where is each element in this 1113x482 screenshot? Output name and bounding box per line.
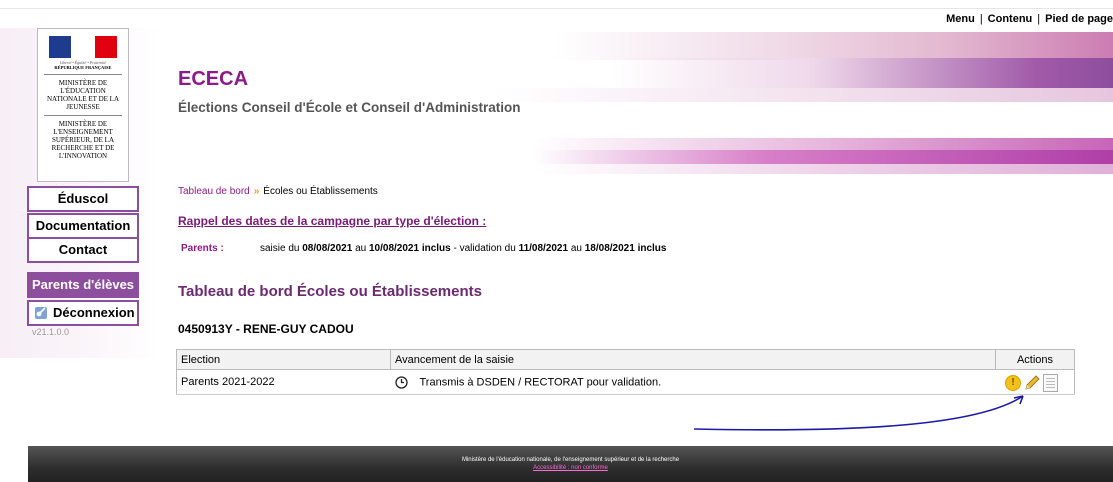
contenu-link[interactable]: Contenu <box>988 13 1033 25</box>
breadcrumb: Tableau de bord» Écoles ou Établissements <box>178 186 378 197</box>
logo-republic: RÉPUBLIQUE FRANÇAISE <box>54 65 112 70</box>
campaign-date: 18/08/2021 inclus <box>584 243 667 254</box>
separator: | <box>1037 13 1041 25</box>
logout-button[interactable]: Déconnexion <box>27 300 139 326</box>
row-progress: Transmis à DSDEN / RECTORAT pour validat… <box>390 369 996 395</box>
nav-contact[interactable]: Contact <box>27 237 139 263</box>
campaign-date: 10/08/2021 inclus <box>369 243 451 254</box>
col-actions: Actions <box>995 349 1075 370</box>
logo-ministry-education: MINISTÈRE DE L'ÉDUCATION NATIONALE ET DE… <box>47 79 119 111</box>
key-icon <box>35 307 47 319</box>
row-election: Parents 2021-2022 <box>176 369 391 395</box>
campaign-heading: Rappel des dates de la campagne par type… <box>178 214 487 228</box>
skip-links: Menu | Contenu | Pied de page <box>946 13 1113 25</box>
document-icon[interactable] <box>1043 374 1058 392</box>
campaign-text: au <box>352 243 369 254</box>
pied-de-page-link[interactable]: Pied de page <box>1045 13 1113 25</box>
school-name: 0450913Y - RENE-GUY CADOU <box>178 322 354 336</box>
version-label: v21.1.0.0 <box>32 327 70 337</box>
clock-icon <box>394 375 408 389</box>
campaign-label: Parents : <box>181 243 224 254</box>
nav-parents[interactable]: Parents d'élèves <box>27 272 139 298</box>
menu-link[interactable]: Menu <box>946 13 975 25</box>
campaign-text: saisie du <box>260 243 303 254</box>
campaign-text: - validation du <box>450 243 519 254</box>
ministry-logo[interactable]: Liberté • Égalité • Fraternité RÉPUBLIQU… <box>37 28 129 182</box>
nav-eduscol[interactable]: Éduscol <box>27 186 139 212</box>
warning-icon[interactable]: ! <box>1005 375 1021 391</box>
campaign-text: au <box>568 243 585 254</box>
breadcrumb-arrow-icon: » <box>253 186 260 197</box>
elections-table: Election Avancement de la saisie Actions… <box>176 349 1075 395</box>
col-election: Election <box>176 349 391 370</box>
separator: | <box>979 13 983 25</box>
footer-ministry: Ministère de l'éducation nationale, de l… <box>461 457 680 463</box>
campaign-parents-row: Parents : saisie du 08/08/2021 au 10/08/2… <box>181 243 666 254</box>
footer: Ministère de l'éducation nationale, de l… <box>28 446 1113 482</box>
top-border <box>0 0 1113 9</box>
breadcrumb-current: Écoles ou Établissements <box>263 186 378 197</box>
logout-label: Déconnexion <box>53 305 135 320</box>
nav-documentation[interactable]: Documentation <box>27 213 139 239</box>
app-subtitle: Élections Conseil d'École et Conseil d'A… <box>178 100 521 115</box>
footer-accessibility-link[interactable]: Accessibilité : non conforme <box>28 465 1113 471</box>
dashboard-title: Tableau de bord Écoles ou Établissements <box>178 283 482 300</box>
table-row: Parents 2021-2022 Transmis à DSDEN / REC… <box>176 369 1075 395</box>
marianne-flag-icon <box>49 36 117 58</box>
campaign-date: 11/08/2021 <box>518 243 569 254</box>
breadcrumb-home[interactable]: Tableau de bord <box>178 186 250 197</box>
logo-ministry-higher-education: MINISTÈRE DE L'ENSEIGNEMENT SUPÉRIEUR, D… <box>51 120 115 160</box>
pencil-icon[interactable] <box>1023 374 1041 392</box>
campaign-date: 08/08/2021 <box>302 243 353 254</box>
app-title: ECECA <box>178 68 249 90</box>
row-status: Transmis à DSDEN / RECTORAT pour validat… <box>419 375 662 388</box>
col-progress: Avancement de la saisie <box>390 349 996 370</box>
